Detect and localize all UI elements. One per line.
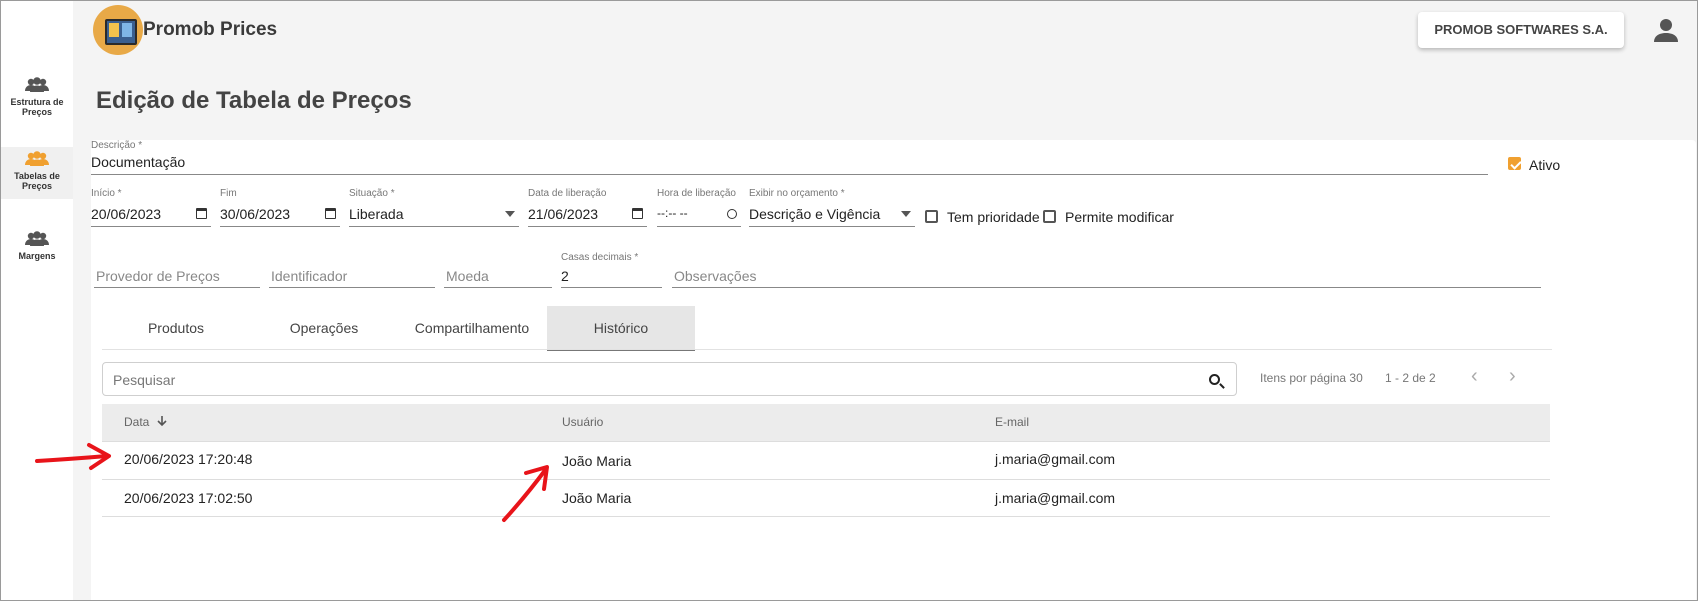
casas-decimais-label: Casas decimais * xyxy=(561,252,639,263)
inicio-field[interactable]: Início * 20/06/2023 xyxy=(91,188,211,228)
users-icon xyxy=(25,231,49,246)
identificador-field[interactable]: Identificador xyxy=(269,250,435,288)
casas-decimais-field[interactable]: Casas decimais * 2 xyxy=(561,250,662,288)
tabs-divider xyxy=(102,349,1552,350)
cell-usuario: João Maria xyxy=(562,490,632,506)
observacoes-field[interactable]: Observações xyxy=(672,250,1541,288)
fim-value: 30/06/2023 xyxy=(220,206,291,222)
observacoes-placeholder: Observações xyxy=(674,268,757,284)
ativo-checkbox[interactable] xyxy=(1508,157,1521,170)
tab-historico[interactable]: Histórico xyxy=(547,306,695,351)
users-icon xyxy=(25,151,49,166)
fim-field[interactable]: Fim 30/06/2023 xyxy=(220,188,340,228)
table-row[interactable]: 20/06/2023 17:02:50 João Maria j.maria@g… xyxy=(102,479,1550,517)
descricao-label: Descrição * xyxy=(91,140,143,151)
inicio-label: Início * xyxy=(91,188,122,199)
app-title: Promob Prices xyxy=(143,19,278,40)
descricao-value: Documentação xyxy=(91,154,186,170)
window: Estrutura de Preços Tabelas de Preços Ma… xyxy=(0,0,1698,601)
fim-label: Fim xyxy=(220,188,237,199)
casas-decimais-value: 2 xyxy=(561,268,569,284)
data-liberacao-field[interactable]: Data de liberação 21/06/2023 xyxy=(528,188,647,228)
sidebar-item-label: Preços xyxy=(21,107,53,117)
data-liberacao-value: 21/06/2023 xyxy=(528,206,599,222)
sidebar-item-label: Preços xyxy=(21,181,53,191)
chevron-left-icon[interactable]: ‹ xyxy=(1471,366,1483,386)
page-title: Edição de Tabela de Preços xyxy=(96,87,412,114)
table-row[interactable]: 20/06/2023 17:20:48 João Maria j.maria@g… xyxy=(102,442,1550,480)
tab-compartilhamento[interactable]: Compartilhamento xyxy=(398,306,546,350)
form-card: Descrição * Documentação Ativo Início * … xyxy=(91,140,1696,600)
permite-modificar-label: Permite modificar xyxy=(1065,209,1174,225)
cell-data: 20/06/2023 17:02:50 xyxy=(124,490,253,506)
moeda-placeholder: Moeda xyxy=(446,268,489,284)
sidebar-item-estrutura[interactable]: Estrutura de Preços xyxy=(1,77,73,117)
cell-data: 20/06/2023 17:20:48 xyxy=(124,451,253,467)
identificador-placeholder: Identificador xyxy=(271,268,348,284)
app-logo[interactable] xyxy=(93,5,143,55)
tab-operacoes[interactable]: Operações xyxy=(250,306,398,350)
search-icon[interactable] xyxy=(1209,374,1220,385)
hora-liberacao-label: Hora de liberação xyxy=(657,188,736,199)
user-account-icon[interactable] xyxy=(1653,17,1679,43)
exibir-label: Exibir no orçamento * xyxy=(749,188,845,199)
company-button[interactable]: PROMOB SOFTWARES S.A. xyxy=(1418,12,1624,48)
column-header-email[interactable]: E-mail xyxy=(995,415,1029,429)
chevron-right-icon[interactable]: › xyxy=(1509,366,1521,386)
inicio-value: 20/06/2023 xyxy=(91,206,162,222)
tab-produtos[interactable]: Produtos xyxy=(102,306,250,350)
calendar-icon[interactable] xyxy=(196,208,207,219)
hora-liberacao-value: --:-- -- xyxy=(657,206,688,220)
search-input[interactable]: Pesquisar xyxy=(102,362,1237,396)
arrow-down-icon[interactable] xyxy=(157,416,167,427)
moeda-field[interactable]: Moeda xyxy=(444,250,552,288)
situacao-select[interactable]: Situação * Liberada xyxy=(349,188,519,228)
column-header-usuario[interactable]: Usuário xyxy=(562,415,603,429)
sidebar-item-label: Margens xyxy=(18,251,56,261)
data-liberacao-label: Data de liberação xyxy=(528,188,607,199)
hora-liberacao-field[interactable]: Hora de liberação --:-- -- xyxy=(657,188,741,228)
items-per-page[interactable]: Itens por página 30 xyxy=(1260,371,1363,385)
column-header-data[interactable]: Data xyxy=(124,415,167,429)
cell-usuario: João Maria xyxy=(562,453,632,469)
descricao-field[interactable]: Descrição * Documentação xyxy=(91,140,1488,176)
search-placeholder: Pesquisar xyxy=(113,372,176,388)
sidebar-item-margens[interactable]: Margens xyxy=(1,231,73,261)
table-header: Data Usuário E-mail xyxy=(102,404,1550,442)
provedor-field[interactable]: Provedor de Preços xyxy=(94,250,260,288)
sidebar: Estrutura de Preços Tabelas de Preços Ma… xyxy=(1,1,73,600)
sidebar-item-label: Tabelas de xyxy=(14,171,60,181)
page-range: 1 - 2 de 2 xyxy=(1385,371,1436,385)
chevron-down-icon xyxy=(901,211,911,217)
column-header-label: Data xyxy=(124,415,150,429)
tem-prioridade-label: Tem prioridade xyxy=(947,209,1040,225)
main-area: Promob Prices PROMOB SOFTWARES S.A. Ediç… xyxy=(73,1,1697,600)
exibir-value: Descrição e Vigência xyxy=(749,206,881,222)
ativo-label: Ativo xyxy=(1529,157,1561,173)
sidebar-item-tabelas[interactable]: Tabelas de Preços xyxy=(1,147,73,199)
cell-email: j.maria@gmail.com xyxy=(995,451,1116,467)
tem-prioridade-checkbox[interactable] xyxy=(925,210,938,223)
cell-email: j.maria@gmail.com xyxy=(995,490,1116,506)
calendar-icon[interactable] xyxy=(325,208,336,219)
permite-modificar-checkbox[interactable] xyxy=(1043,210,1056,223)
provedor-placeholder: Provedor de Preços xyxy=(96,268,220,284)
users-icon xyxy=(25,77,49,92)
calendar-icon[interactable] xyxy=(632,208,643,219)
situacao-value: Liberada xyxy=(349,206,404,222)
chevron-down-icon xyxy=(505,211,515,217)
sidebar-item-label: Estrutura de xyxy=(10,97,64,107)
exibir-select[interactable]: Exibir no orçamento * Descrição e Vigênc… xyxy=(749,188,915,228)
clock-icon[interactable] xyxy=(727,209,737,219)
situacao-label: Situação * xyxy=(349,188,395,199)
